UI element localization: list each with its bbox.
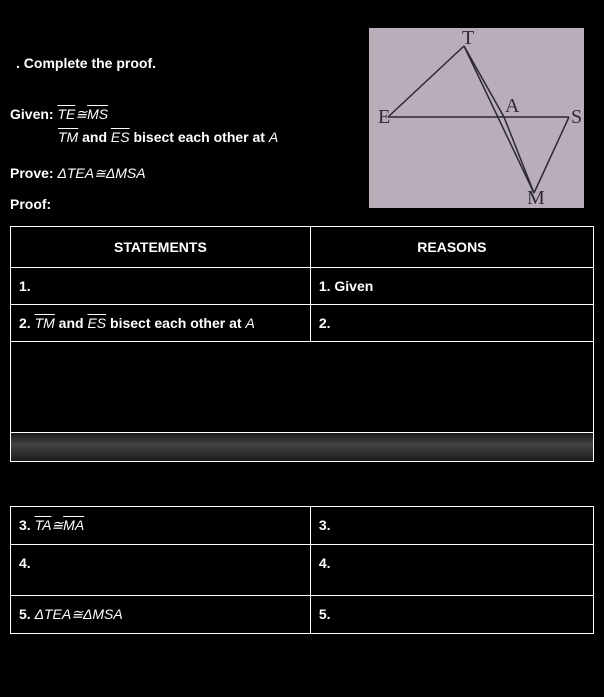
- segment-tm: TM: [58, 129, 78, 145]
- and-text: and: [78, 129, 111, 145]
- instruction-text: . Complete the proof.: [16, 55, 369, 71]
- table-row: 3. TA≅MA 3.: [11, 507, 594, 545]
- segment-es: ES: [111, 129, 130, 145]
- vertex-t: T: [462, 28, 474, 49]
- bisect-text: bisect each other at: [130, 129, 269, 145]
- stmt3-ma: MA: [63, 517, 84, 533]
- stmt-num-2: 2.: [19, 315, 35, 331]
- vertex-s: S: [571, 106, 582, 128]
- stmt-num-4: 4.: [19, 555, 31, 571]
- instruction-inner: Complete the proof.: [24, 55, 156, 71]
- geometry-diagram: T E A S M: [369, 28, 584, 208]
- vertex-e: E: [378, 106, 390, 128]
- given-block: Given: TE≅MS TM and ES bisect each other…: [10, 106, 369, 145]
- stmt5-tri2: ΔMSA: [83, 606, 123, 622]
- prove-label: Prove:: [10, 165, 54, 181]
- page-gap: [11, 342, 594, 433]
- stmt2-a: A: [245, 315, 254, 331]
- table-row: 5. ΔTEA≅ΔMSA 5.: [11, 596, 594, 634]
- point-a: A: [269, 129, 278, 145]
- stmt3-ta: TA: [35, 517, 52, 533]
- triangle-tea: ΔTEA: [57, 165, 94, 181]
- stmt-num-5: 5.: [19, 606, 35, 622]
- segment-te: TE: [57, 106, 75, 122]
- reason-num-3: 3.: [319, 517, 331, 533]
- table-row: 1. 1. Given: [11, 268, 594, 305]
- reason-num-4: 4.: [319, 555, 331, 571]
- given-label: Given:: [10, 106, 54, 122]
- reason-num-2: 2.: [319, 315, 331, 331]
- reason-num-5: 5.: [319, 606, 331, 622]
- table-row: 4. 4.: [11, 545, 594, 596]
- stmt3-sym: ≅: [51, 517, 63, 533]
- stmt5-sym: ≅: [71, 606, 83, 622]
- triangle-msa: ΔMSA: [106, 165, 146, 181]
- stmt5-tri1: ΔTEA: [35, 606, 72, 622]
- congruent-symbol: ≅: [75, 106, 87, 122]
- vertex-m: M: [527, 187, 545, 208]
- stmt2-rest: bisect each other at: [106, 315, 245, 331]
- stmt-num-3: 3.: [19, 517, 35, 533]
- prove-line: Prove: ΔTEA≅ΔMSA: [10, 165, 369, 182]
- vertex-a: A: [505, 95, 520, 117]
- congruent-symbol-2: ≅: [94, 165, 106, 181]
- header-reasons: REASONS: [310, 227, 593, 268]
- proof-label: Proof:: [10, 196, 369, 212]
- proof-table: STATEMENTS REASONS 1. 1. Given 2. TM and…: [10, 226, 594, 634]
- segment-ms: MS: [87, 106, 108, 122]
- header-statements: STATEMENTS: [11, 227, 311, 268]
- page-separator: [11, 433, 594, 462]
- page-gap-2: [11, 462, 594, 507]
- stmt2-es: ES: [87, 315, 106, 331]
- reason-body-1: Given: [331, 278, 374, 294]
- stmt2-and: and: [55, 315, 88, 331]
- table-row: 2. TM and ES bisect each other at A 2.: [11, 305, 594, 342]
- reason-num-1: 1.: [319, 278, 331, 294]
- stmt-num-1: 1.: [19, 278, 31, 294]
- stmt2-tm: TM: [35, 315, 55, 331]
